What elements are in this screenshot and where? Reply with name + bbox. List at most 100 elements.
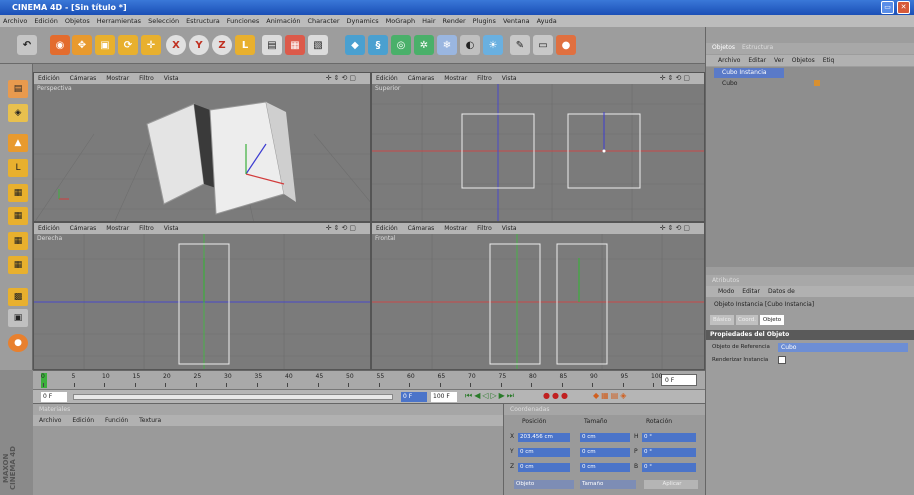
menu-15[interactable]: Ayuda — [537, 17, 557, 25]
attributes-menu-modo[interactable]: Modo — [718, 288, 734, 295]
y-axis-icon[interactable]: Y — [189, 35, 209, 55]
viewport-menu-filtro[interactable]: Filtro — [139, 75, 154, 82]
camera-icon[interactable]: ✎ — [510, 35, 530, 55]
viewport-menu-camaras[interactable]: Cámaras — [70, 75, 97, 82]
nurbs-icon[interactable]: ◎ — [391, 35, 411, 55]
viewport-menu-filtro[interactable]: Filtro — [477, 225, 492, 232]
position-y-field[interactable]: 0 cm — [518, 448, 570, 457]
minimize-button[interactable]: ▭ — [881, 1, 894, 14]
render-settings-icon[interactable]: ▧ — [308, 35, 328, 55]
timeline-ruler[interactable]: 0 F 0 5 10 15 20 25 30 35 40 45 50 55 60 65 70 75 80 85 90… — [33, 370, 705, 389]
close-button[interactable]: ✕ — [897, 1, 910, 14]
render-picture-viewer-icon[interactable]: ▦ — [285, 35, 305, 55]
size-z-field[interactable]: 0 cm — [580, 463, 630, 472]
reference-object-field[interactable]: Cubo — [778, 343, 908, 352]
deformer-icon[interactable]: ❄ — [437, 35, 457, 55]
menu-2[interactable]: Objetos — [65, 17, 90, 25]
size-x-field[interactable]: 0 cm — [580, 433, 630, 442]
menu-1[interactable]: Edición — [34, 17, 58, 25]
viewport-menu-edicion[interactable]: Edición — [38, 225, 60, 232]
object-item-instance[interactable]: Cubo Instancia — [714, 68, 784, 78]
menu-5[interactable]: Estructura — [186, 17, 220, 25]
undo-icon[interactable]: ↶ — [17, 35, 37, 55]
workplane-icon[interactable]: ▩ — [8, 288, 28, 306]
live-selection-icon[interactable]: ◉ — [50, 35, 70, 55]
menu-10[interactable]: MoGraph — [386, 17, 416, 25]
model-mode-icon[interactable]: ◈ — [8, 104, 28, 122]
menu-3[interactable]: Herramientas — [97, 17, 141, 25]
axis-mode-icon[interactable]: L — [8, 159, 28, 177]
edges-mode-icon[interactable]: ▦ — [8, 207, 28, 225]
viewport-menu-vista[interactable]: Vista — [164, 225, 179, 232]
record-controls[interactable]: ●●● — [543, 391, 570, 400]
tab-coord[interactable]: Coord. — [736, 315, 758, 325]
menu-8[interactable]: Character — [307, 17, 339, 25]
tab-basico[interactable]: Básico — [710, 315, 734, 325]
current-frame-field[interactable]: 0 F — [661, 374, 697, 386]
light-icon[interactable]: ● — [556, 35, 576, 55]
menu-0[interactable]: Archivo — [3, 17, 27, 25]
scale-icon[interactable]: ▣ — [95, 35, 115, 55]
viewport-menu-camaras[interactable]: Cámaras — [408, 225, 435, 232]
move-icon[interactable]: ✥ — [72, 35, 92, 55]
current-frame-input[interactable]: 0 F — [401, 392, 427, 402]
viewport-nav-icons[interactable]: ✛⇕⟲▢ — [660, 73, 692, 84]
points-mode-icon[interactable]: ▦ — [8, 184, 28, 202]
menu-12[interactable]: Render — [443, 17, 466, 25]
texture-mode-icon[interactable]: ▦ — [8, 256, 28, 274]
viewport-menu-edicion[interactable]: Edición — [376, 75, 398, 82]
viewport-menu-filtro[interactable]: Filtro — [477, 75, 492, 82]
viewport-menu-mostrar[interactable]: Mostrar — [106, 75, 129, 82]
render-view-icon[interactable]: ▤ — [262, 35, 282, 55]
end-frame-field[interactable]: 100 F — [431, 392, 457, 402]
coord-mode-dropdown[interactable]: Objeto — [514, 480, 574, 489]
make-editable-icon[interactable]: ▤ — [8, 80, 28, 98]
object-tag-icon[interactable] — [814, 80, 820, 86]
sculpt-icon[interactable]: ● — [8, 334, 28, 352]
render-instance-checkbox[interactable] — [778, 356, 786, 364]
materials-menu-edicion[interactable]: Edición — [72, 417, 94, 424]
attributes-menu-datos[interactable]: Datos de — [768, 288, 795, 295]
materials-menu-archivo[interactable]: Archivo — [39, 417, 61, 424]
objects-menu-editar[interactable]: Editar — [748, 57, 766, 64]
viewport-top[interactable]: Edición Cámaras Mostrar Filtro Vista ✛⇕⟲… — [371, 72, 705, 222]
coordinate-system-icon[interactable]: L — [235, 35, 255, 55]
viewport-nav-icons[interactable]: ✛⇕⟲▢ — [326, 73, 358, 84]
viewport-menu-filtro[interactable]: Filtro — [139, 225, 154, 232]
menu-13[interactable]: Plugins — [473, 17, 496, 25]
size-mode-dropdown[interactable]: Tamaño — [580, 480, 636, 489]
key-controls[interactable]: ◆▦▤◈ — [593, 391, 628, 400]
rotation-p-field[interactable]: 0 ° — [642, 448, 696, 457]
array-icon[interactable]: ✲ — [414, 35, 434, 55]
x-axis-icon[interactable]: X — [166, 35, 186, 55]
viewport-nav-icons[interactable]: ✛⇕⟲▢ — [326, 223, 358, 234]
start-frame-field[interactable]: 0 F — [41, 392, 67, 402]
viewport-menu-camaras[interactable]: Cámaras — [70, 225, 97, 232]
tab-estructura[interactable]: Estructura — [742, 44, 773, 51]
cube-primitive-icon[interactable]: ◆ — [345, 35, 365, 55]
floor-icon[interactable]: ▭ — [533, 35, 553, 55]
playback-controls[interactable]: ⏮◀◁▷▶⏭ — [465, 391, 516, 401]
viewport-menu-mostrar[interactable]: Mostrar — [444, 225, 467, 232]
transform-icon[interactable]: ✛ — [141, 35, 161, 55]
snap-icon[interactable]: ▣ — [8, 309, 28, 327]
rotation-h-field[interactable]: 0 ° — [642, 433, 696, 442]
viewport-menu-mostrar[interactable]: Mostrar — [106, 225, 129, 232]
rotate-icon[interactable]: ⟳ — [118, 35, 138, 55]
menu-9[interactable]: Dynamics — [347, 17, 379, 25]
materials-menu-funcion[interactable]: Función — [105, 417, 128, 424]
viewport-front[interactable]: Edición Cámaras Mostrar Filtro Vista ✛⇕⟲… — [371, 222, 705, 370]
objects-menu-etiq[interactable]: Etiq — [823, 57, 835, 64]
viewport-menu-edicion[interactable]: Edición — [38, 75, 60, 82]
polygons-mode-icon[interactable]: ▦ — [8, 232, 28, 250]
viewport-menu-vista[interactable]: Vista — [164, 75, 179, 82]
tab-objetos[interactable]: Objetos — [712, 44, 735, 51]
spline-icon[interactable]: § — [368, 35, 388, 55]
menu-6[interactable]: Funciones — [227, 17, 259, 25]
attributes-menu-editar[interactable]: Editar — [742, 288, 760, 295]
object-mode-icon[interactable]: ▲ — [8, 134, 28, 152]
viewport-menu-vista[interactable]: Vista — [502, 225, 517, 232]
viewport-menu-vista[interactable]: Vista — [502, 75, 517, 82]
menu-11[interactable]: Hair — [422, 17, 435, 25]
viewport-perspective[interactable]: Edición Cámaras Mostrar Filtro Vista ✛⇕⟲… — [33, 72, 371, 222]
